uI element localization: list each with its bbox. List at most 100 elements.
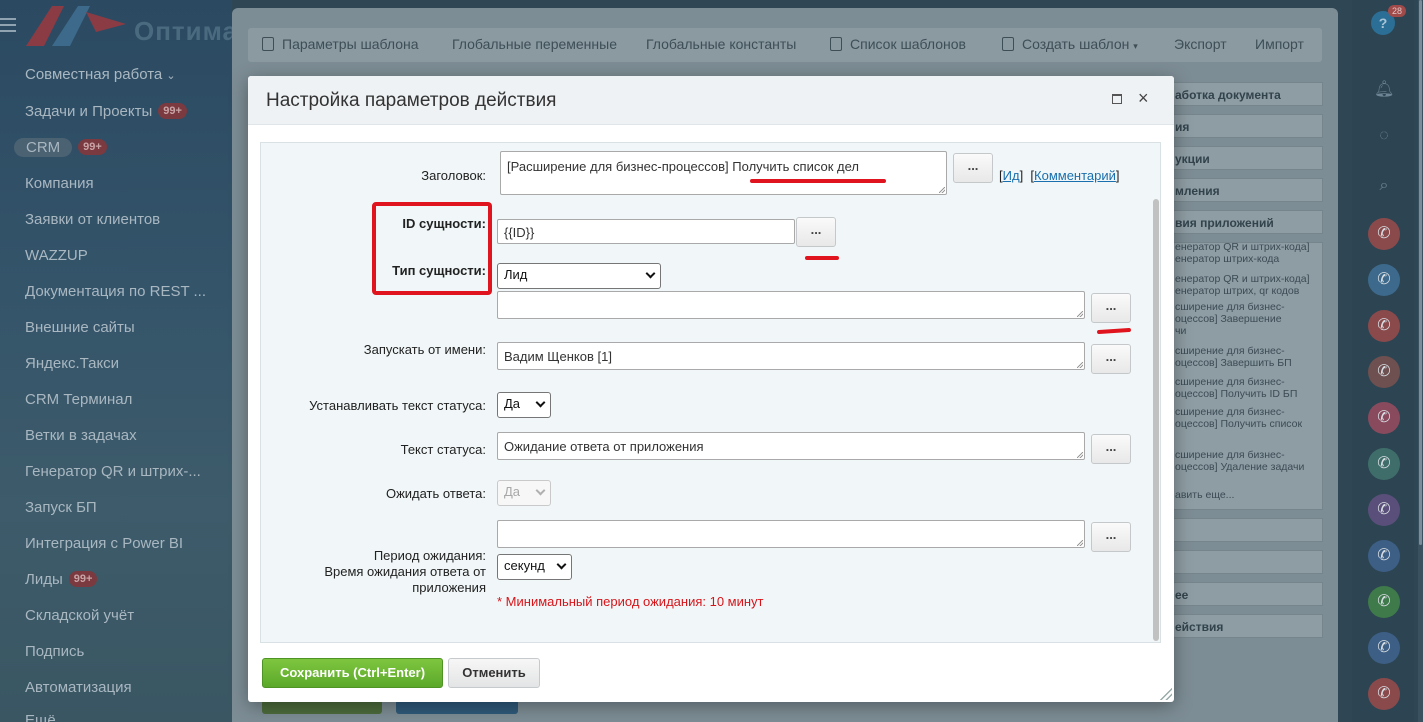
sidebar-item-wazzup[interactable]: WAZZUP (25, 247, 88, 264)
phone-icon[interactable]: ✆ (1368, 402, 1400, 434)
list-item[interactable]: сширение для бизнес- оцессов] Получить I… (1175, 376, 1323, 400)
panel-section[interactable]: аботка документа (1160, 82, 1323, 106)
cancel-button[interactable]: Отменить (448, 658, 540, 688)
list-item[interactable]: авить еще... (1175, 489, 1323, 501)
list-item[interactable]: енератор QR и штрих-кода] енератор штрих… (1175, 241, 1323, 265)
sidebar-item-automation[interactable]: Автоматизация (25, 679, 132, 696)
template-icon (262, 37, 274, 51)
wait-period-unit-select[interactable]: секунд (497, 554, 572, 580)
status-text-insert-button[interactable]: ... (1091, 434, 1131, 464)
wait-period-input[interactable] (497, 520, 1085, 548)
chevron-down-icon (535, 397, 546, 408)
sidebar-item-company[interactable]: Компания (25, 175, 94, 192)
wait-period-label: Период ожидания: (373, 548, 486, 563)
chevron-down-icon (535, 485, 546, 496)
min-period-note: * Минимальный период ожидания: 10 минут (497, 594, 764, 609)
list-item[interactable]: енератор QR и штрих-кода] енератор штрих… (1175, 273, 1323, 297)
chat-icon[interactable]: ◌ (1374, 126, 1394, 146)
dialog-title: Настройка параметров действия (266, 90, 557, 111)
counter-badge: 99+ (78, 139, 107, 155)
logo-text: Оптима (134, 16, 238, 46)
search-icon[interactable]: ⌕ (1374, 176, 1394, 196)
sidebar-item-more[interactable]: Ещё (25, 712, 56, 722)
wait-period-label-line2: Время ожидания ответа от (324, 564, 486, 579)
entity-id-insert-button[interactable]: ... (796, 217, 836, 247)
sidebar-item-collaboration[interactable]: Совместная работа ⌄ (25, 66, 176, 83)
wait-period-insert-button[interactable]: ... (1091, 522, 1131, 552)
sidebar-item-leads[interactable]: Лиды 99+ (25, 571, 98, 588)
entity-type-select[interactable]: Лид (497, 263, 661, 289)
entity-type-expression-input[interactable] (497, 291, 1085, 319)
panel-section[interactable]: ия (1160, 114, 1323, 138)
tab-global-variables[interactable]: Глобальные переменные (452, 36, 617, 52)
panel-section[interactable] (1160, 518, 1323, 542)
panel-section[interactable]: вия приложений (1160, 210, 1323, 234)
phone-icon[interactable]: ✆ (1368, 586, 1400, 618)
tab-export[interactable]: Экспорт (1174, 36, 1227, 52)
phone-icon[interactable]: ✆ (1368, 218, 1400, 250)
maximize-icon[interactable] (1112, 94, 1122, 104)
set-status-label: Устанавливать текст статуса: (309, 398, 486, 413)
background-save-button (262, 700, 382, 714)
counter-badge: 99+ (68, 571, 98, 587)
tab-template-params[interactable]: Параметры шаблона (262, 36, 419, 52)
tab-global-constants[interactable]: Глобальные константы (646, 36, 796, 52)
resize-handle[interactable] (1160, 688, 1172, 700)
panel-section[interactable]: ее (1160, 582, 1323, 606)
run-as-insert-button[interactable]: ... (1091, 344, 1131, 374)
phone-icon[interactable]: ✆ (1368, 448, 1400, 480)
list-item[interactable]: сширение для бизнес- оцессов] Завершение… (1175, 301, 1323, 337)
sidebar-item-warehouse[interactable]: Складской учёт (25, 607, 134, 624)
list-item[interactable]: сширение для бизнес- оцессов] Завершить … (1175, 345, 1323, 369)
menu-icon[interactable] (0, 18, 16, 32)
sidebar-item-task-branches[interactable]: Ветки в задачах (25, 427, 137, 444)
panel-list: енератор QR и штрих-кода] енератор штрих… (1160, 241, 1323, 510)
sidebar-item-client-requests[interactable]: Заявки от клиентов (25, 211, 160, 228)
tab-template-list[interactable]: Список шаблонов (830, 36, 966, 52)
sidebar-item-crm[interactable]: CRM 99+ (14, 138, 107, 157)
sidebar-item-run-bp[interactable]: Запуск БП (25, 499, 97, 516)
phone-icon[interactable]: ✆ (1368, 264, 1400, 296)
list-item[interactable]: сширение для бизнес- оцессов] Удаление з… (1175, 449, 1323, 473)
sidebar-item-signature[interactable]: Подпись (25, 643, 84, 660)
status-text-input[interactable]: Ожидание ответа от приложения (497, 432, 1085, 460)
title-input[interactable]: [Расширение для бизнес-процессов] Получи… (500, 151, 947, 195)
sidebar-item-qr-generator[interactable]: Генератор QR и штрих-... (25, 463, 201, 480)
annotation-underline (805, 256, 839, 260)
title-label: Заголовок: (421, 168, 486, 183)
tab-create-template[interactable]: Создать шаблон ▾ (1002, 36, 1138, 52)
sidebar-item-tasks[interactable]: Задачи и Проекты 99+ (25, 103, 187, 120)
phone-icon[interactable]: ✆ (1368, 678, 1400, 710)
dialog-scrollbar-thumb[interactable] (1153, 199, 1159, 641)
save-button[interactable]: Сохранить (Ctrl+Enter) (262, 658, 443, 688)
close-icon[interactable]: × (1138, 88, 1149, 108)
panel-section[interactable]: мления (1160, 178, 1323, 202)
entity-type-insert-button[interactable]: ... (1091, 293, 1131, 323)
sidebar-item-external-sites[interactable]: Внешние сайты (25, 319, 135, 336)
annotation-box (372, 202, 492, 295)
panel-section[interactable]: ействия (1160, 614, 1323, 638)
tab-import[interactable]: Импорт (1255, 36, 1304, 52)
set-status-select[interactable]: Да (497, 392, 551, 418)
sidebar-item-rest-docs[interactable]: Документация по REST ... (25, 283, 206, 300)
entity-id-input[interactable]: {{ID}} (497, 219, 795, 244)
bell-icon[interactable]: 🔔︎ (1374, 80, 1394, 100)
list-item[interactable]: сширение для бизнес- оцессов] Получить с… (1175, 406, 1323, 430)
sidebar-item-crm-terminal[interactable]: CRM Терминал (25, 391, 132, 408)
title-insert-button[interactable]: ... (953, 153, 993, 183)
wait-response-label: Ожидать ответа: (385, 486, 486, 501)
sidebar-item-yandex-taxi[interactable]: Яндекс.Такси (25, 355, 119, 372)
run-as-input[interactable]: Вадим Щенков [1] (497, 342, 1085, 370)
phone-icon[interactable]: ✆ (1368, 632, 1400, 664)
sidebar-item-power-bi[interactable]: Интеграция с Power BI (25, 535, 183, 552)
comment-link[interactable]: Комментарий (1034, 168, 1116, 183)
phone-icon[interactable]: ✆ (1368, 494, 1400, 526)
phone-icon[interactable]: ✆ (1368, 310, 1400, 342)
phone-icon[interactable]: ✆ (1368, 540, 1400, 572)
id-link[interactable]: Ид (1003, 168, 1020, 183)
panel-section[interactable] (1160, 550, 1323, 574)
help-badge: 28 (1388, 5, 1407, 17)
page-scrollbar-thumb[interactable] (1419, 0, 1422, 545)
phone-icon[interactable]: ✆ (1368, 356, 1400, 388)
panel-section[interactable]: укции (1160, 146, 1323, 170)
